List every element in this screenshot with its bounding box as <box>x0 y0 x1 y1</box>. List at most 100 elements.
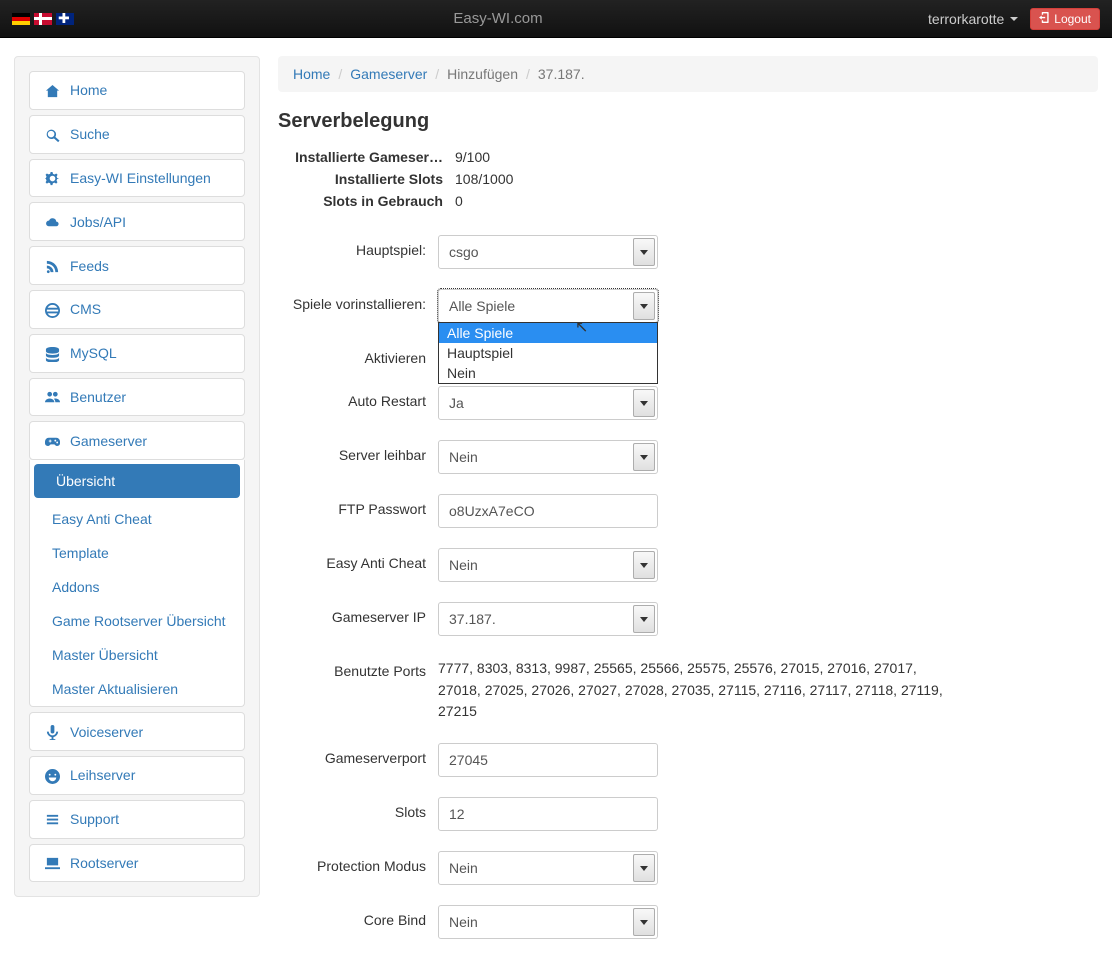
sidebar-item-label: Feeds <box>70 258 109 274</box>
select-value: Alle Spiele <box>449 298 515 314</box>
select-autorestart[interactable]: Ja <box>438 386 658 420</box>
breadcrumb-sep: / <box>435 66 439 82</box>
chevron-down-icon <box>633 605 655 633</box>
stat-key: Installierte Gameser… <box>278 149 443 165</box>
sub-item-eac[interactable]: Easy Anti Cheat <box>30 502 244 536</box>
sidebar-item-home[interactable]: Home <box>29 71 245 110</box>
dropdown-preinstall: Alle Spiele Hauptspiel Nein <box>438 322 658 384</box>
input-ftppw[interactable]: o8UzxA7eCO <box>438 494 658 528</box>
content: Home / Gameserver / Hinzufügen / 37.187.… <box>278 56 1098 959</box>
select-value: csgo <box>449 244 479 260</box>
sidebar-item-label: Benutzer <box>70 389 126 405</box>
sub-item-label: Master Aktualisieren <box>52 681 178 697</box>
chevron-down-icon <box>633 443 655 471</box>
sub-item-master-overview[interactable]: Master Übersicht <box>30 638 244 672</box>
input-gsport[interactable]: 27045 <box>438 743 658 777</box>
select-gsip[interactable]: 37.187. <box>438 602 658 636</box>
dropdown-option[interactable]: Hauptspiel <box>439 343 657 363</box>
input-value: o8UzxA7eCO <box>449 503 535 519</box>
database-icon <box>44 345 60 362</box>
stats-list: Installierte Gameser… 9/100 Installierte … <box>278 149 1098 209</box>
select-protection[interactable]: Nein <box>438 851 658 885</box>
sidebar-item-label: Support <box>70 811 119 827</box>
sidebar-item-label: Home <box>70 82 107 98</box>
label-gsport: Gameserverport <box>278 743 438 766</box>
navbar: Easy-WI.com terrorkarotte Logout <box>0 0 1112 38</box>
flag-en-icon[interactable] <box>56 13 74 25</box>
flag-de-icon[interactable] <box>12 13 30 25</box>
globe-icon <box>44 301 60 318</box>
sidebar-item-jobs[interactable]: Jobs/API <box>29 202 245 241</box>
sidebar-item-label: MySQL <box>70 345 117 361</box>
select-lendable[interactable]: Nein <box>438 440 658 474</box>
used-ports-value: 7777, 8303, 8313, 9987, 25565, 25566, 25… <box>438 656 958 723</box>
chevron-down-icon <box>633 292 655 320</box>
sidebar-item-label: Gameserver <box>70 433 147 449</box>
sidebar-item-feeds[interactable]: Feeds <box>29 246 245 285</box>
sidebar-item-label: Suche <box>70 126 110 142</box>
select-preinstall[interactable]: Alle Spiele <box>438 289 658 323</box>
breadcrumb-sep: / <box>338 66 342 82</box>
label-eac: Easy Anti Cheat <box>278 548 438 571</box>
sub-item-overview[interactable]: Übersicht <box>34 464 240 498</box>
select-value: Nein <box>449 914 478 930</box>
dropdown-option[interactable]: Nein <box>439 363 657 383</box>
sidebar-item-voiceserver[interactable]: Voiceserver <box>29 712 245 751</box>
logout-button[interactable]: Logout <box>1030 8 1100 30</box>
sidebar-item-label: Rootserver <box>70 855 138 871</box>
username: terrorkarotte <box>928 11 1004 27</box>
breadcrumb-home[interactable]: Home <box>293 66 330 82</box>
chevron-down-icon <box>633 908 655 936</box>
dropdown-option[interactable]: Alle Spiele <box>439 323 657 343</box>
select-value: Nein <box>449 860 478 876</box>
select-eac[interactable]: Nein <box>438 548 658 582</box>
label-preinstall: Spiele vorinstallieren: <box>278 289 438 312</box>
sub-item-label: Easy Anti Cheat <box>52 511 152 527</box>
page-title: Serverbelegung <box>278 110 1098 133</box>
rss-icon <box>44 257 60 274</box>
input-value: 27045 <box>449 752 488 768</box>
sub-item-label: Übersicht <box>56 473 115 489</box>
sidebar-item-settings[interactable]: Easy-WI Einstellungen <box>29 159 245 198</box>
sub-item-master-update[interactable]: Master Aktualisieren <box>30 672 244 706</box>
nav-right: terrorkarotte Logout <box>922 8 1100 30</box>
sidebar-item-mysql[interactable]: MySQL <box>29 334 245 373</box>
sub-item-label: Master Übersicht <box>52 647 158 663</box>
sidebar-item-leihserver[interactable]: Leihserver <box>29 756 245 795</box>
laptop-icon <box>44 855 60 872</box>
sub-item-rootserver-overview[interactable]: Game Rootserver Übersicht <box>30 604 244 638</box>
sub-item-addons[interactable]: Addons <box>30 570 244 604</box>
select-hauptspiel[interactable]: csgo <box>438 235 658 269</box>
label-activate: Aktivieren <box>278 343 438 366</box>
flag-dk-icon[interactable] <box>34 13 52 25</box>
sidebar-item-users[interactable]: Benutzer <box>29 378 245 417</box>
sidebar-item-rootserver[interactable]: Rootserver <box>29 844 245 883</box>
support-icon <box>44 811 60 828</box>
sub-item-label: Addons <box>52 579 99 595</box>
breadcrumb-gameserver[interactable]: Gameserver <box>350 66 427 82</box>
stat-val: 9/100 <box>455 149 1098 165</box>
select-value: Nein <box>449 557 478 573</box>
brand-title: Easy-WI.com <box>453 10 542 27</box>
select-value: 37.187. <box>449 611 496 627</box>
label-ftppw: FTP Passwort <box>278 494 438 517</box>
sidebar-item-cms[interactable]: CMS <box>29 290 245 329</box>
sidebar-item-support[interactable]: Support <box>29 800 245 839</box>
label-autorestart: Auto Restart <box>278 386 438 409</box>
stat-key: Installierte Slots <box>278 171 443 187</box>
stat-key: Slots in Gebrauch <box>278 193 443 209</box>
user-menu[interactable]: terrorkarotte <box>922 11 1018 27</box>
label-lendable: Server leihbar <box>278 440 438 463</box>
input-slots[interactable]: 12 <box>438 797 658 831</box>
sidebar-item-label: CMS <box>70 301 101 317</box>
breadcrumb-sep: / <box>526 66 530 82</box>
sub-item-label: Game Rootserver Übersicht <box>52 613 226 629</box>
stat-val: 0 <box>455 193 1098 209</box>
sidebar-item-gameserver[interactable]: Gameserver <box>29 421 245 460</box>
sidebar-item-search[interactable]: Suche <box>29 115 245 154</box>
sub-item-template[interactable]: Template <box>30 536 244 570</box>
select-corebind[interactable]: Nein <box>438 905 658 939</box>
label-gsip: Gameserver IP <box>278 602 438 625</box>
label-protection: Protection Modus <box>278 851 438 874</box>
users-icon <box>44 389 60 406</box>
